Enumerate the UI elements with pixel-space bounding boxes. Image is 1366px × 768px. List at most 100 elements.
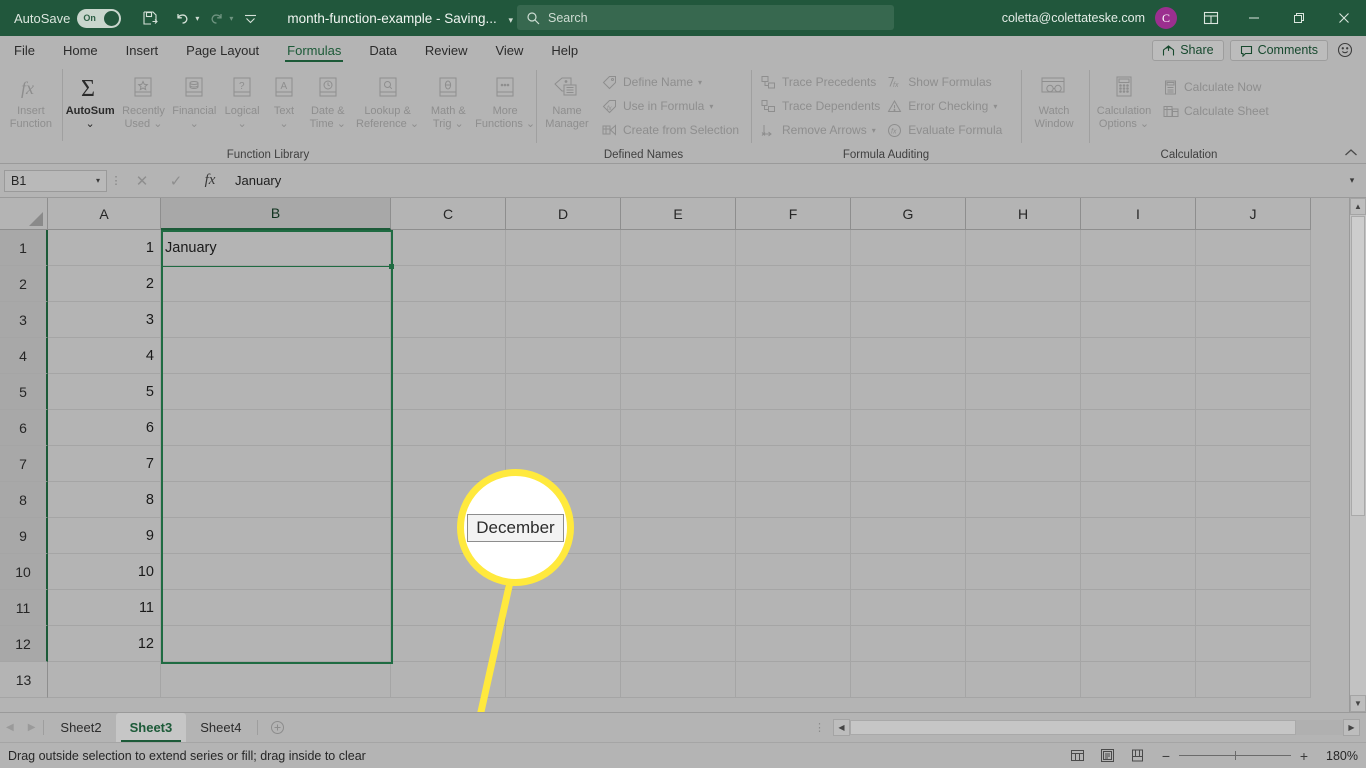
cell-C13[interactable] <box>391 662 506 698</box>
cell-C5[interactable] <box>391 374 506 410</box>
cell-J11[interactable] <box>1196 590 1311 626</box>
page-layout-view-button[interactable] <box>1092 745 1122 767</box>
column-header-D[interactable]: D <box>506 198 621 230</box>
feedback-smiley-icon[interactable] <box>1334 42 1356 58</box>
cell-G4[interactable] <box>851 338 966 374</box>
redo-caret-icon[interactable]: ▾ <box>229 14 233 23</box>
cell-I1[interactable] <box>1081 230 1196 266</box>
tab-insert[interactable]: Insert <box>112 36 173 64</box>
cell-B4[interactable] <box>161 338 391 374</box>
cell-E7[interactable] <box>621 446 736 482</box>
cell-E11[interactable] <box>621 590 736 626</box>
cell-D5[interactable] <box>506 374 621 410</box>
cell-H1[interactable] <box>966 230 1081 266</box>
trace-precedents-button[interactable]: Trace Precedents <box>757 70 883 94</box>
page-break-preview-button[interactable] <box>1122 745 1152 767</box>
calculate-sheet-button[interactable]: Calculate Sheet <box>1159 99 1272 123</box>
cell-J2[interactable] <box>1196 266 1311 302</box>
lookup-reference-button[interactable]: Lookup & Reference ⌄ <box>353 67 423 131</box>
cell-I13[interactable] <box>1081 662 1196 698</box>
zoom-in-button[interactable]: + <box>1298 748 1310 764</box>
column-header-A[interactable]: A <box>48 198 161 230</box>
cell-I10[interactable] <box>1081 554 1196 590</box>
use-in-formula-caret-icon[interactable]: ▾ <box>709 102 713 111</box>
row-header-9[interactable]: 9 <box>0 518 48 554</box>
share-button[interactable]: Share <box>1152 39 1224 61</box>
cell-I12[interactable] <box>1081 626 1196 662</box>
autosave-toggle[interactable]: On <box>77 8 122 28</box>
cell-J1[interactable] <box>1196 230 1311 266</box>
cell-B3[interactable] <box>161 302 391 338</box>
row-header-6[interactable]: 6 <box>0 410 48 446</box>
cell-B2[interactable] <box>161 266 391 302</box>
calculation-options-button[interactable]: Calculation Options ⌄ <box>1089 67 1159 131</box>
cell-G13[interactable] <box>851 662 966 698</box>
zoom-percentage[interactable]: 180% <box>1318 749 1358 763</box>
sheet-tab-sheet3[interactable]: Sheet3 <box>115 713 187 742</box>
horizontal-scroll-thumb[interactable] <box>850 720 1296 735</box>
cell-F5[interactable] <box>736 374 851 410</box>
vertical-scroll-thumb[interactable] <box>1351 216 1365 516</box>
cell-A1[interactable]: 1 <box>48 230 161 266</box>
cancel-entry-button[interactable]: ✕ <box>125 169 159 193</box>
row-header-1[interactable]: 1 <box>0 230 48 266</box>
tab-file[interactable]: File <box>0 36 49 64</box>
cell-F11[interactable] <box>736 590 851 626</box>
tab-help[interactable]: Help <box>537 36 592 64</box>
column-header-I[interactable]: I <box>1081 198 1196 230</box>
date-time-button[interactable]: Date & Time ⌄ <box>303 67 353 131</box>
cell-B5[interactable] <box>161 374 391 410</box>
watch-window-button[interactable]: Watch Window <box>1021 67 1087 131</box>
cell-J7[interactable] <box>1196 446 1311 482</box>
normal-view-button[interactable] <box>1062 745 1092 767</box>
scroll-up-button[interactable]: ▲ <box>1350 198 1366 215</box>
cell-J9[interactable] <box>1196 518 1311 554</box>
name-box[interactable]: B1 ▾ <box>4 169 107 192</box>
cell-J12[interactable] <box>1196 626 1311 662</box>
column-header-C[interactable]: C <box>391 198 506 230</box>
fill-handle[interactable] <box>389 264 394 269</box>
scroll-down-button[interactable]: ▼ <box>1350 695 1366 712</box>
zoom-control[interactable]: − + <box>1152 748 1318 764</box>
cell-A13[interactable] <box>48 662 161 698</box>
cell-E1[interactable] <box>621 230 736 266</box>
insert-function-fx-button[interactable]: fx <box>193 169 227 193</box>
cell-I3[interactable] <box>1081 302 1196 338</box>
cell-D3[interactable] <box>506 302 621 338</box>
cell-H4[interactable] <box>966 338 1081 374</box>
cell-I8[interactable] <box>1081 482 1196 518</box>
cell-A10[interactable]: 10 <box>48 554 161 590</box>
cell-D6[interactable] <box>506 410 621 446</box>
row-header-2[interactable]: 2 <box>0 266 48 302</box>
name-manager-button[interactable]: Name Manager <box>536 67 598 131</box>
undo-icon[interactable] <box>167 5 197 31</box>
trace-dependents-button[interactable]: Trace Dependents <box>757 94 883 118</box>
collapse-ribbon-icon[interactable] <box>1344 146 1358 161</box>
error-checking-button[interactable]: Error Checking ▾ <box>883 94 1005 118</box>
cell-E2[interactable] <box>621 266 736 302</box>
autosum-button[interactable]: Σ AutoSum ⌄ <box>63 67 118 131</box>
cell-J5[interactable] <box>1196 374 1311 410</box>
cell-I7[interactable] <box>1081 446 1196 482</box>
row-header-13[interactable]: 13 <box>0 662 48 698</box>
redo-icon[interactable] <box>201 5 231 31</box>
row-header-8[interactable]: 8 <box>0 482 48 518</box>
cell-G3[interactable] <box>851 302 966 338</box>
cell-I5[interactable] <box>1081 374 1196 410</box>
cell-I6[interactable] <box>1081 410 1196 446</box>
cell-H7[interactable] <box>966 446 1081 482</box>
column-header-G[interactable]: G <box>851 198 966 230</box>
cell-G6[interactable] <box>851 410 966 446</box>
scrollbar-grip[interactable]: ⋮ <box>806 721 833 734</box>
cell-G10[interactable] <box>851 554 966 590</box>
vertical-scrollbar[interactable]: ▲ ▼ <box>1349 198 1366 712</box>
cell-A12[interactable]: 12 <box>48 626 161 662</box>
cell-B9[interactable] <box>161 518 391 554</box>
ribbon-display-options-icon[interactable] <box>1191 0 1231 36</box>
minimize-button[interactable] <box>1231 0 1276 36</box>
cell-H10[interactable] <box>966 554 1081 590</box>
tab-formulas[interactable]: Formulas <box>273 36 355 64</box>
cell-J6[interactable] <box>1196 410 1311 446</box>
cell-E3[interactable] <box>621 302 736 338</box>
cell-G2[interactable] <box>851 266 966 302</box>
